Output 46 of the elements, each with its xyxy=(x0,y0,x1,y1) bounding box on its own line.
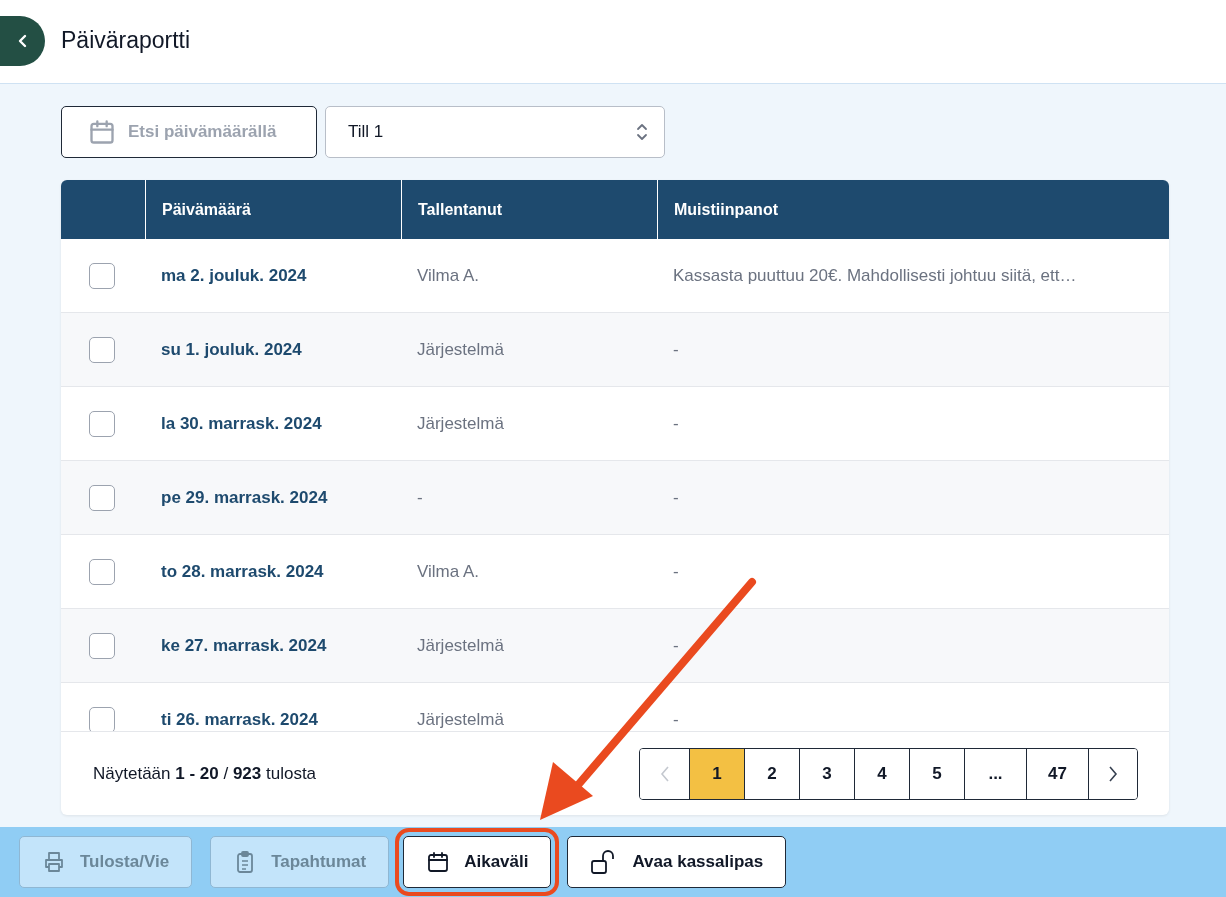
notes-text: - xyxy=(673,339,679,360)
row-checkbox[interactable] xyxy=(89,706,115,731)
notes-text: - xyxy=(673,413,679,434)
column-header: Tallentanut xyxy=(418,200,503,219)
row-checkbox[interactable] xyxy=(89,632,115,659)
date-link[interactable]: ti 26. marrask. 2024 xyxy=(161,709,318,730)
column-header: Muistiinpanot xyxy=(674,200,778,219)
date-link[interactable]: su 1. jouluk. 2024 xyxy=(161,339,302,360)
date-link[interactable]: ma 2. jouluk. 2024 xyxy=(161,265,307,286)
recorded-by-text: Vilma A. xyxy=(417,561,480,582)
page-title: Päiväraportti xyxy=(61,27,191,54)
recorded-by-text: Järjestelmä xyxy=(417,635,504,656)
row-checkbox[interactable] xyxy=(89,336,115,363)
calendar-icon xyxy=(426,850,451,874)
chevron-right-icon xyxy=(1108,764,1118,783)
row-checkbox[interactable] xyxy=(89,262,115,289)
register-select[interactable]: Till 1 xyxy=(325,106,665,158)
notes-text: Kassasta puuttuu 20€. Mahdollisesti johtuu siitä, ett… xyxy=(673,265,1077,286)
row-checkbox[interactable] xyxy=(89,410,115,437)
sort-chevrons-icon xyxy=(636,122,648,142)
notes-text: - xyxy=(673,561,679,582)
chevron-left-icon xyxy=(659,764,670,783)
notes-text: - xyxy=(673,635,679,656)
recorded-by-text: Järjestelmä xyxy=(417,339,504,360)
next-page-button[interactable] xyxy=(1088,748,1137,799)
date-link[interactable]: to 28. marrask. 2024 xyxy=(161,561,324,582)
recorded-by-text: Järjestelmä xyxy=(417,709,504,730)
recorded-by-text: Järjestelmä xyxy=(417,413,504,434)
toolbar-button[interactable]: Avaa kassalipas xyxy=(567,836,787,888)
row-checkbox[interactable] xyxy=(89,558,115,585)
back-button[interactable] xyxy=(0,15,45,66)
notes-text: - xyxy=(673,709,679,730)
column-header: Päivämäärä xyxy=(162,200,251,219)
results-summary: Näytetään 1 - 20 / 923 tulosta xyxy=(93,763,317,784)
toolbar-button[interactable]: Aikaväli xyxy=(403,836,552,888)
date-link[interactable]: ke 27. marrask. 2024 xyxy=(161,635,327,656)
chevron-left-icon xyxy=(16,33,29,48)
row-checkbox[interactable] xyxy=(89,484,115,511)
date-link[interactable]: pe 29. marrask. 2024 xyxy=(161,487,328,508)
calendar-icon xyxy=(88,118,116,146)
recorded-by-text: Vilma A. xyxy=(417,265,480,286)
printer-icon xyxy=(42,850,66,874)
date-link[interactable]: la 30. marrask. 2024 xyxy=(161,413,322,434)
page-button[interactable]: 1 xyxy=(689,748,744,799)
recorded-by-text: - xyxy=(417,487,423,508)
notes-text: - xyxy=(673,487,679,508)
